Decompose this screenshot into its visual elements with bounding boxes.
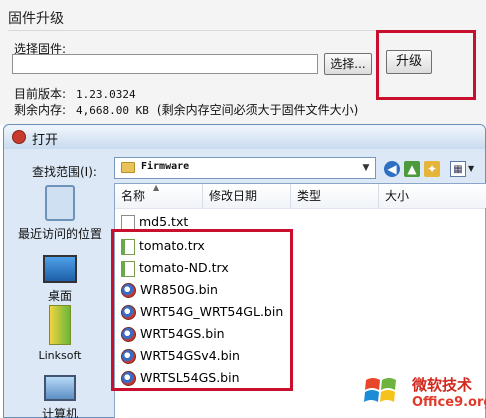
place-recent[interactable]: 最近访问的位置: [10, 185, 110, 242]
place-label: Linksoft: [38, 349, 82, 362]
header-divider: [115, 208, 485, 209]
recent-places-icon: [45, 185, 75, 221]
computer-icon: [44, 375, 76, 401]
version-label: 目前版本:: [14, 87, 67, 101]
new-folder-icon[interactable]: ✦: [424, 161, 440, 177]
dialog-title: 打开: [32, 133, 59, 148]
place-label: 最近访问的位置: [17, 227, 102, 241]
views-menu-icon[interactable]: ▦: [450, 161, 466, 177]
sort-ascending-icon: ▲: [153, 183, 160, 192]
firmware-path-input[interactable]: [12, 54, 318, 74]
up-folder-icon[interactable]: ▲: [404, 161, 420, 177]
column-label: 名称: [121, 189, 146, 203]
panel-title: 固件升级: [8, 11, 64, 27]
version-row: 目前版本: 1.23.0324: [14, 85, 136, 102]
windows-logo-icon: [364, 378, 396, 402]
folder-icon: [121, 162, 135, 173]
column-header-type[interactable]: 类型: [291, 184, 379, 208]
watermark-text: 微软技术: [412, 376, 473, 394]
memory-label: 剩余内存:: [14, 103, 67, 117]
firmware-files-highlight-box: [111, 229, 293, 391]
look-in-label: 查找范围(I):: [32, 165, 97, 179]
desktop-icon: [43, 255, 77, 283]
memory-note: (剩余内存空间必须大于固件文件大小): [156, 103, 359, 117]
look-in-value: Firmware: [141, 161, 190, 172]
views-dropdown-arrow-icon[interactable]: ▼: [468, 161, 474, 177]
place-desktop[interactable]: 桌面: [10, 255, 110, 304]
app-icon: [12, 130, 26, 144]
places-bar: 最近访问的位置 桌面 Linksoft 计算机: [10, 185, 110, 418]
column-header-name[interactable]: ▲ 名称: [115, 183, 203, 208]
memory-value: 4,668.00 KB: [76, 104, 149, 117]
place-documents[interactable]: Linksoft: [10, 305, 110, 362]
place-label: 桌面: [47, 289, 72, 303]
chevron-down-icon[interactable]: ▼: [360, 162, 372, 174]
place-computer[interactable]: 计算机: [10, 375, 110, 418]
firmware-upgrade-panel: 固件升级 选择固件: 选择... 升级 目前版本: 1.23.0324 剩余内存:…: [0, 0, 486, 125]
dialog-titlebar[interactable]: 打开: [4, 125, 485, 149]
watermark-url: Office9.org: [412, 395, 486, 410]
back-icon[interactable]: ◀: [384, 161, 400, 177]
version-value: 1.23.0324: [76, 88, 136, 101]
upgrade-highlight-box: [376, 30, 476, 100]
place-label: 计算机: [41, 407, 78, 418]
documents-icon: [49, 305, 71, 345]
memory-row: 剩余内存: 4,668.00 KB (剩余内存空间必须大于固件文件大小): [14, 101, 358, 118]
column-header-size[interactable]: 大小: [379, 184, 486, 208]
file-name: md5.txt: [139, 214, 189, 229]
column-header-date-modified[interactable]: 修改日期: [203, 184, 291, 208]
browse-button[interactable]: 选择...: [324, 53, 372, 75]
